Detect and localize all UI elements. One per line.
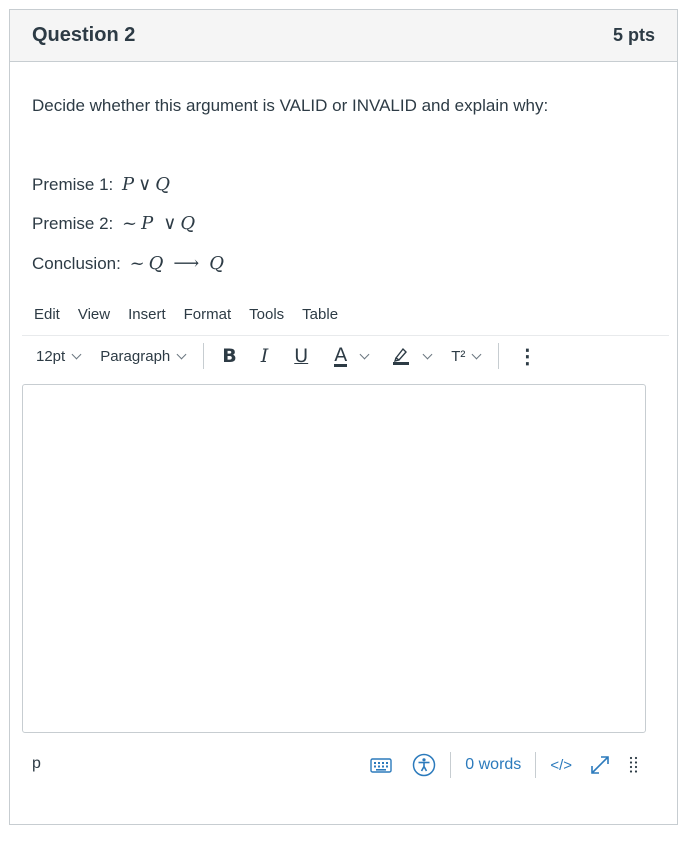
conclusion-operator: ⟶: [173, 253, 200, 274]
question-title: Question 2: [32, 24, 136, 46]
conclusion-formula: ~ Q ⟶ Q: [130, 253, 224, 274]
block-format-value: Paragraph: [100, 347, 171, 365]
superscript-icon: T²: [451, 347, 466, 365]
toolbar-divider: [22, 335, 669, 336]
premise-2-formula: ~ P ∨ Q: [122, 213, 195, 234]
statusbar-right: 0 words </>: [370, 752, 646, 778]
question-prompt: Decide whether this argument is VALID or…: [32, 96, 549, 115]
premise-2: Premise 2: ~ P ∨ Q: [32, 213, 195, 234]
chevron-down-icon: [471, 349, 482, 359]
chevron-down-icon: [359, 349, 370, 359]
highlight-icon: [393, 347, 410, 365]
premise-1-var-b: Q: [155, 174, 171, 195]
editor-statusbar: p 0 words </>: [22, 752, 646, 778]
question-points: 5 pts: [612, 25, 655, 45]
premise-1-var-a: P: [121, 174, 135, 195]
menu-insert[interactable]: Insert: [128, 306, 166, 323]
premise-1: Premise 1: P ∨ Q: [32, 174, 170, 195]
chevron-down-icon: [176, 349, 187, 359]
keyboard-icon[interactable]: [370, 756, 392, 774]
toolbar-separator: [203, 343, 205, 369]
rich-text-editor[interactable]: [22, 384, 646, 733]
superscript-button[interactable]: T²: [451, 347, 482, 365]
menu-format[interactable]: Format: [184, 306, 232, 323]
menu-edit[interactable]: Edit: [34, 306, 60, 323]
conclusion-negation: ~: [129, 253, 145, 274]
italic-button[interactable]: I: [261, 345, 269, 367]
block-format-select[interactable]: Paragraph: [100, 347, 187, 365]
conclusion-label: Conclusion:: [32, 254, 121, 273]
statusbar-separator: [450, 752, 452, 778]
premise-1-label: Premise 1:: [32, 175, 114, 194]
premise-2-var-b: Q: [180, 213, 196, 234]
menu-view[interactable]: View: [78, 306, 110, 323]
accessibility-icon[interactable]: [412, 753, 436, 777]
highlight-color-button[interactable]: [392, 346, 433, 366]
html-editor-toggle[interactable]: </>: [550, 757, 572, 774]
chevron-down-icon: [422, 349, 433, 359]
element-path[interactable]: p: [32, 755, 41, 773]
premise-2-label: Premise 2:: [32, 214, 114, 233]
more-tools-button[interactable]: ⋮: [517, 344, 537, 369]
premise-2-var-a: P: [141, 213, 154, 234]
bold-button[interactable]: B: [222, 345, 236, 367]
resize-grip-icon[interactable]: [628, 755, 640, 775]
premise-1-operator: ∨: [138, 174, 152, 195]
conclusion-var-b: Q: [209, 253, 224, 274]
conclusion: Conclusion: ~ Q ⟶ Q: [32, 253, 224, 274]
conclusion-var-a: Q: [148, 253, 164, 274]
toolbar-separator: [498, 343, 500, 369]
premise-2-operator: ∨: [163, 213, 177, 234]
menu-tools[interactable]: Tools: [249, 306, 284, 323]
font-size-value: 12pt: [36, 347, 66, 365]
font-size-select[interactable]: 12pt: [36, 347, 82, 365]
question-header: Question 2 5 pts: [10, 10, 677, 62]
premise-1-formula: P ∨ Q: [122, 174, 170, 195]
word-count[interactable]: 0 words: [465, 756, 521, 774]
text-color-icon: A: [334, 343, 348, 367]
underline-button[interactable]: U: [294, 345, 308, 367]
text-color-button[interactable]: A: [334, 343, 370, 367]
chevron-down-icon: [71, 349, 82, 359]
editor-toolbar: 12pt Paragraph B I U A T² ⋮: [36, 343, 656, 369]
fullscreen-icon[interactable]: [588, 753, 612, 777]
premise-2-negation: ~: [121, 213, 138, 234]
editor-menubar: Edit View Insert Format Tools Table: [34, 306, 338, 323]
menu-table[interactable]: Table: [302, 306, 338, 323]
statusbar-separator: [535, 752, 537, 778]
